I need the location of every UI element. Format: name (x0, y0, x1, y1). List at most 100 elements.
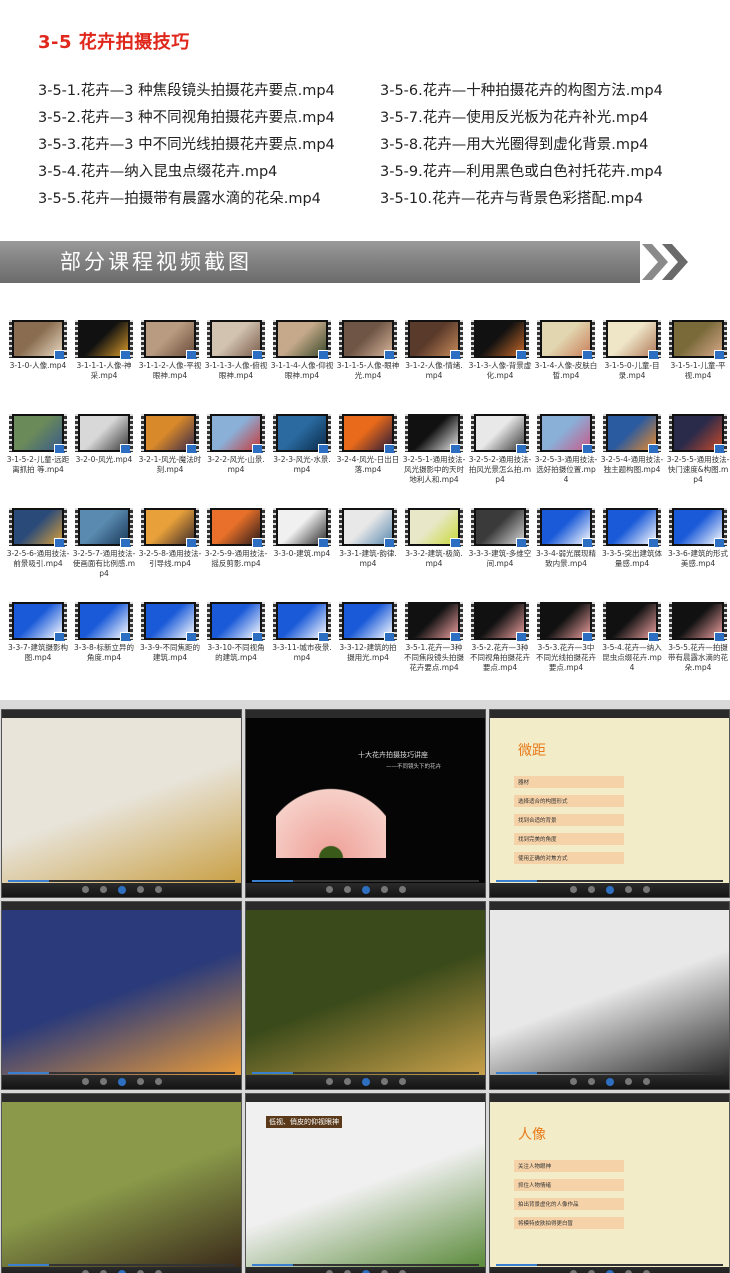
video-thumbnail[interactable]: 3-2-5-6-通用技法-前景吸引.mp4 (6, 508, 70, 569)
prev-icon[interactable] (100, 1078, 107, 1085)
next-icon[interactable] (137, 1078, 144, 1085)
video-thumbnail[interactable]: 3-1-5-1-儿童-平视.mp4 (666, 320, 730, 381)
video-thumbnail[interactable]: 3-2-5-4-通用技法-独主题构图.mp4 (600, 414, 664, 475)
play-icon[interactable] (118, 1078, 126, 1086)
progress-bar[interactable] (496, 1072, 723, 1074)
video-thumbnail[interactable]: 3-1-1-2-人像-平视眼神.mp4 (138, 320, 202, 381)
next-icon[interactable] (381, 1078, 388, 1085)
video-thumbnail[interactable]: 3-3-1-建筑-韵律.mp4 (336, 508, 400, 569)
video-thumbnail[interactable]: 3-1-4-人像-皮肤白皙.mp4 (534, 320, 598, 381)
stop-icon[interactable] (326, 1078, 333, 1085)
stop-icon[interactable] (570, 886, 577, 893)
video-thumbnail[interactable]: 3-1-1-4-人像-仰视眼神.mp4 (270, 320, 334, 381)
shot-portrait-menu[interactable]: 人像 关注人物眼神 抓住人物情绪 拍出背景虚化的人像作品 将模特皮肤拍得更白皙 (489, 1093, 730, 1273)
video-thumbnail[interactable]: 3-1-5-2-儿童-远距离抓拍 等.mp4 (6, 414, 70, 475)
video-thumbnail[interactable]: 3-1-0-人像.mp4 (6, 320, 70, 371)
video-thumbnail[interactable]: 3-3-10-不同视角的建筑.mp4 (204, 602, 268, 663)
progress-bar[interactable] (8, 880, 235, 882)
play-icon[interactable] (606, 886, 614, 894)
volume-icon[interactable] (643, 1078, 650, 1085)
progress-bar[interactable] (8, 1072, 235, 1074)
video-thumbnail[interactable]: 3-1-1-5-人像-眼神光.mp4 (336, 320, 400, 381)
next-icon[interactable] (381, 886, 388, 893)
video-thumbnail[interactable]: 3-5-3.花卉—3中不同光线拍摄花卉要点.mp4 (534, 602, 598, 673)
progress-bar[interactable] (496, 1264, 723, 1266)
volume-icon[interactable] (399, 1078, 406, 1085)
video-thumbnail[interactable]: 3-5-1.花卉—3种不同焦段镜头拍摄花卉要点.mp4 (402, 602, 466, 673)
stop-icon[interactable] (570, 1078, 577, 1085)
video-thumbnail[interactable]: 3-2-4-风光-日出日落.mp4 (336, 414, 400, 475)
progress-bar[interactable] (252, 1264, 479, 1266)
video-thumbnail[interactable]: 3-3-12-建筑的拍摄用光.mp4 (336, 602, 400, 663)
video-thumbnail[interactable]: 3-3-5-突出建筑体量感.mp4 (600, 508, 664, 569)
stop-icon[interactable] (82, 1078, 89, 1085)
prev-icon[interactable] (100, 886, 107, 893)
prev-icon[interactable] (588, 1078, 595, 1085)
prev-icon[interactable] (588, 886, 595, 893)
video-thumbnail[interactable]: 3-3-9-不同焦距的建筑.mp4 (138, 602, 202, 663)
volume-icon[interactable] (155, 1078, 162, 1085)
video-thumbnail[interactable]: 3-3-4-弱光展现精致内景.mp4 (534, 508, 598, 569)
play-icon[interactable] (606, 1078, 614, 1086)
shot-waterfall[interactable] (245, 901, 486, 1090)
play-icon[interactable] (362, 886, 370, 894)
video-thumbnail[interactable]: 3-5-4.花卉—纳入昆虫点缀花卉.mp4 (600, 602, 664, 673)
shot-birds[interactable] (1, 1093, 242, 1273)
file-item[interactable]: 3-5-3.花卉—3 中不同光线拍摄花卉要点.mp4 (38, 132, 335, 159)
shot-macro-menu[interactable]: 微距 器材 选择适合的构图形式 找到合适的背景 找到完美的角度 使用正确的对焦方式 (489, 709, 730, 898)
video-thumbnail[interactable]: 3-3-6-建筑的形式美感.mp4 (666, 508, 730, 569)
progress-bar[interactable] (252, 1072, 479, 1074)
prev-icon[interactable] (344, 1078, 351, 1085)
video-thumbnail[interactable]: 3-5-2.花卉—3种不同视角拍摄花卉要点.mp4 (468, 602, 532, 673)
video-thumbnail[interactable]: 3-2-3-风光-水景.mp4 (270, 414, 334, 475)
shot-studio-presenter[interactable] (489, 901, 730, 1090)
video-thumbnail[interactable]: 3-2-5-7-通用技法-使画面有比例感.mp4 (72, 508, 136, 579)
video-thumbnail[interactable]: 3-2-0-风光.mp4 (72, 414, 136, 465)
video-thumbnail[interactable]: 3-2-5-5-通用技法-快门速度&构图.mp4 (666, 414, 730, 485)
video-thumbnail[interactable]: 3-3-7-建筑摄影构图.mp4 (6, 602, 70, 663)
next-icon[interactable] (137, 886, 144, 893)
play-icon[interactable] (118, 886, 126, 894)
video-thumbnail[interactable]: 3-2-5-3-通用技法-选好拍摄位置.mp4 (534, 414, 598, 485)
video-thumbnail[interactable]: 3-5-5.花卉—拍摄带有晨露水滴的花朵.mp4 (666, 602, 730, 673)
video-thumbnail[interactable]: 3-3-8-标新立异的角度.mp4 (72, 602, 136, 663)
shot-city-night[interactable] (1, 901, 242, 1090)
shot-flower-lecture[interactable]: 十大花卉拍摄技巧讲座 ——不同镜头下的花卉 (245, 709, 486, 898)
progress-bar[interactable] (496, 880, 723, 882)
video-thumbnail[interactable]: 3-3-11-城市夜景.mp4 (270, 602, 334, 663)
next-icon[interactable] (625, 886, 632, 893)
video-thumbnail[interactable]: 3-1-3-人像-背景虚化.mp4 (468, 320, 532, 381)
file-item[interactable]: 3-5-1.花卉—3 种焦段镜头拍摄花卉要点.mp4 (38, 78, 335, 105)
video-thumbnail[interactable]: 3-2-5-1-通用技法-风光摄影中的天时地利人和.mp4 (402, 414, 466, 485)
video-thumbnail[interactable]: 3-1-2-人像-情绪.mp4 (402, 320, 466, 381)
progress-bar[interactable] (8, 1264, 235, 1266)
next-icon[interactable] (625, 1078, 632, 1085)
prev-icon[interactable] (344, 886, 351, 893)
video-thumbnail[interactable]: 3-2-5-8-通用技法-引导线.mp4 (138, 508, 202, 569)
file-item[interactable]: 3-5-8.花卉—用大光圈得到虚化背景.mp4 (380, 132, 663, 159)
file-item[interactable]: 3-5-7.花卉—使用反光板为花卉补光.mp4 (380, 105, 663, 132)
video-thumbnail[interactable]: 3-2-5-2-通用技法-拍风光景怎么拍.mp4 (468, 414, 532, 485)
video-thumbnail[interactable]: 3-2-5-9-通用技法-摇反剪影.mp4 (204, 508, 268, 569)
stop-icon[interactable] (82, 886, 89, 893)
video-thumbnail[interactable]: 3-3-3-建筑-多维空间.mp4 (468, 508, 532, 569)
file-item[interactable]: 3-5-6.花卉—十种拍摄花卉的构图方法.mp4 (380, 78, 663, 105)
play-icon[interactable] (362, 1078, 370, 1086)
video-thumbnail[interactable]: 3-3-2-建筑-极简.mp4 (402, 508, 466, 569)
file-item[interactable]: 3-5-5.花卉—拍摄带有晨露水滴的花朵.mp4 (38, 186, 335, 213)
video-thumbnail[interactable]: 3-3-0-建筑.mp4 (270, 508, 334, 559)
video-thumbnail[interactable]: 3-1-1-3-人像-俯视眼神.mp4 (204, 320, 268, 381)
file-item[interactable]: 3-5-10.花卉—花卉与背景色彩搭配.mp4 (380, 186, 663, 213)
video-thumbnail[interactable]: 3-2-1-风光-魔法时刻.mp4 (138, 414, 202, 475)
volume-icon[interactable] (399, 886, 406, 893)
file-item[interactable]: 3-5-2.花卉—3 种不同视角拍摄花卉要点.mp4 (38, 105, 335, 132)
file-item[interactable]: 3-5-9.花卉—利用黑色或白色衬托花卉.mp4 (380, 159, 663, 186)
video-thumbnail[interactable]: 3-1-5-0-儿童-目录.mp4 (600, 320, 664, 381)
shot-portrait-eyes[interactable]: 低视、俏皮的仰视眼神 (245, 1093, 486, 1273)
video-thumbnail[interactable]: 3-1-1-1-人像-神采.mp4 (72, 320, 136, 381)
volume-icon[interactable] (643, 886, 650, 893)
stop-icon[interactable] (326, 886, 333, 893)
shot-architecture[interactable] (1, 709, 242, 898)
file-item[interactable]: 3-5-4.花卉—纳入昆虫点缀花卉.mp4 (38, 159, 335, 186)
volume-icon[interactable] (155, 886, 162, 893)
